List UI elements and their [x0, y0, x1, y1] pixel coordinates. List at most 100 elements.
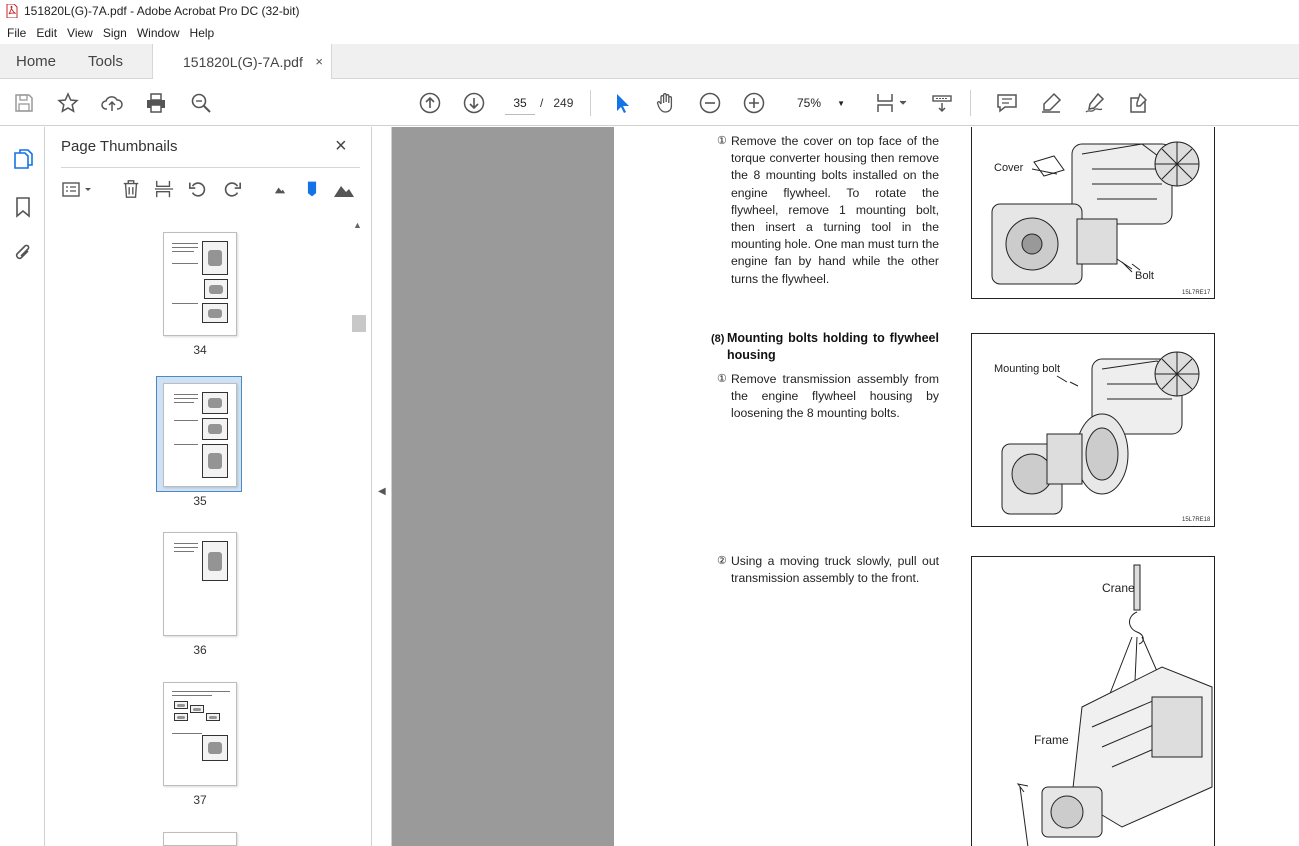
print-icon[interactable]: [144, 91, 168, 115]
main-toolbar: 35 / 249 75% ▼: [0, 80, 1299, 126]
figure-label-bolt: Bolt: [1135, 270, 1154, 282]
thumbnail-preview: [163, 832, 237, 846]
save-icon[interactable]: [12, 91, 36, 115]
step-number: ①: [717, 373, 727, 385]
section-number: (8): [711, 333, 725, 345]
page-display-icon[interactable]: [874, 91, 910, 115]
tab-bar: Home Tools 151820L(G)-7A.pdf ×: [0, 44, 1299, 79]
figure-engine-cover: Cover Bolt 15L7RE17: [971, 127, 1215, 299]
menu-edit[interactable]: Edit: [31, 26, 62, 40]
page-thumbnails-panel: Page Thumbnails × ▲ 34 35 36 37: [45, 127, 372, 846]
page-number-input[interactable]: 35: [505, 91, 535, 115]
page-thumbnails-icon[interactable]: [11, 147, 35, 171]
section-title: Mounting bolts holding to flywheel housi…: [727, 331, 939, 362]
page-total-value: 249: [553, 96, 574, 110]
step-number: ①: [717, 135, 727, 147]
page-marker-icon[interactable]: [301, 177, 323, 201]
thumbnail-scrollbar[interactable]: ▲: [350, 220, 366, 846]
chevron-down-icon: ▼: [837, 98, 845, 108]
highlight-pen-icon[interactable]: [1039, 91, 1063, 115]
scroll-up-arrow-icon[interactable]: ▲: [353, 220, 362, 230]
step-text-8-1: ① Remove transmission assembly from the …: [717, 371, 939, 423]
thumbnail-page-36[interactable]: 36: [163, 532, 237, 657]
extract-pages-icon[interactable]: [153, 177, 175, 201]
thumbnail-label: 35: [193, 494, 207, 508]
previous-page-icon[interactable]: [418, 91, 442, 115]
step-text: Using a moving truck slowly, pull out tr…: [731, 554, 939, 586]
comment-icon[interactable]: [995, 91, 1019, 115]
figure-code: 15L7RE18: [1182, 517, 1211, 523]
menu-window[interactable]: Window: [132, 26, 185, 40]
options-menu-icon[interactable]: [61, 177, 95, 201]
panel-title: Page Thumbnails: [61, 138, 178, 155]
figure-crane-frame: Crane Frame: [971, 556, 1215, 846]
step-number: ②: [717, 555, 727, 567]
next-page-icon[interactable]: [462, 91, 486, 115]
tab-document-label: 151820L(G)-7A.pdf: [183, 53, 303, 70]
title-bar: 151820L(G)-7A.pdf - Adobe Acrobat Pro DC…: [0, 0, 1299, 22]
large-thumbnails-icon[interactable]: [333, 177, 355, 201]
rotate-right-icon[interactable]: [221, 177, 243, 201]
panel-divider: [61, 167, 360, 168]
delete-page-icon[interactable]: [120, 177, 142, 201]
thumbnail-page-35[interactable]: 35: [156, 376, 242, 508]
thumbnail-preview: [163, 383, 237, 487]
page-total: / 249: [540, 91, 573, 115]
pdf-page: ① Remove the cover on top face of the to…: [614, 127, 1299, 846]
thumbnail-label: 36: [193, 643, 207, 657]
attachments-icon[interactable]: [11, 241, 35, 265]
close-tab-icon[interactable]: ×: [315, 54, 323, 69]
scrollbar-thumb[interactable]: [352, 315, 366, 332]
upload-cloud-icon[interactable]: [100, 91, 124, 115]
pdf-file-icon: [6, 4, 18, 18]
thumbnail-preview: [163, 532, 237, 636]
thumbnail-label: 34: [193, 343, 207, 357]
bookmark-star-icon[interactable]: [56, 91, 80, 115]
section-heading-8: (8) Mounting bolts holding to flywheel h…: [711, 330, 941, 362]
tab-home[interactable]: Home: [0, 44, 72, 78]
figure-label-cover: Cover: [994, 162, 1024, 174]
step-text: Remove transmission assembly from the en…: [731, 372, 939, 421]
thumbnail-preview: [163, 682, 237, 786]
draw-signature-icon[interactable]: [1083, 91, 1107, 115]
thumbnail-preview: [163, 232, 237, 336]
toolbar-divider: [970, 90, 971, 116]
tab-document[interactable]: 151820L(G)-7A.pdf ×: [152, 44, 332, 79]
document-viewport[interactable]: ① Remove the cover on top face of the to…: [392, 127, 1299, 846]
panel-splitter[interactable]: ◀: [373, 127, 392, 846]
thumbnail-page-partial[interactable]: [163, 832, 237, 846]
figure-label-mounting-bolt: Mounting bolt: [994, 363, 1061, 375]
figure-label-crane: Crane: [1102, 581, 1135, 595]
tab-tools[interactable]: Tools: [72, 44, 152, 78]
step-text-8-2: ② Using a moving truck slowly, pull out …: [717, 553, 939, 587]
rotate-left-icon[interactable]: [187, 177, 209, 201]
engine-cover-illustration: [991, 141, 1200, 285]
close-panel-icon[interactable]: ×: [335, 135, 347, 158]
menu-bar: File Edit View Sign Window Help: [0, 22, 1299, 43]
zoom-out-icon[interactable]: [698, 91, 722, 115]
small-thumbnails-icon[interactable]: [269, 177, 291, 201]
menu-file[interactable]: File: [2, 26, 31, 40]
thumbnail-page-34[interactable]: 34: [163, 232, 237, 357]
toolbar-divider: [590, 90, 591, 116]
zoom-level-select[interactable]: 75% ▼: [787, 91, 849, 115]
page-separator: /: [540, 96, 544, 110]
hand-tool-icon[interactable]: [654, 91, 678, 115]
left-navigation-rail: [0, 127, 45, 846]
fill-sign-icon[interactable]: [1127, 91, 1151, 115]
figure-label-frame: Frame: [1034, 733, 1069, 747]
crane-frame-illustration: [1016, 564, 1213, 846]
scrolling-mode-icon[interactable]: [930, 91, 954, 115]
step-text-1: ① Remove the cover on top face of the to…: [717, 133, 939, 288]
menu-sign[interactable]: Sign: [98, 26, 132, 40]
bookmarks-icon[interactable]: [11, 195, 35, 219]
zoom-in-icon[interactable]: [742, 91, 766, 115]
search-zoom-icon[interactable]: [189, 91, 213, 115]
collapse-panel-arrow-icon[interactable]: ◀: [378, 486, 386, 497]
select-cursor-icon[interactable]: [610, 91, 634, 115]
menu-help[interactable]: Help: [185, 26, 220, 40]
menu-view[interactable]: View: [62, 26, 98, 40]
step-text: Remove the cover on top face of the torq…: [731, 134, 939, 286]
thumbnail-label: 37: [193, 793, 207, 807]
thumbnail-page-37[interactable]: 37: [163, 682, 237, 807]
